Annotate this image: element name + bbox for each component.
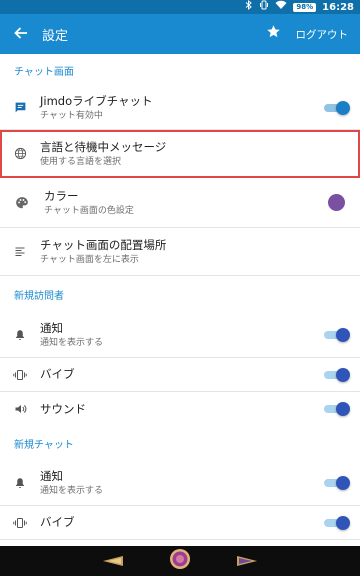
- nav-recents-icon: [236, 552, 258, 571]
- setting-title: バイブ: [40, 515, 75, 529]
- section-header-chat-screen: チャット画面: [14, 66, 74, 78]
- bell-icon: [0, 329, 40, 341]
- app-bar: 設定 ログアウト: [0, 14, 360, 54]
- vibrate-icon: [259, 0, 269, 15]
- settings-list: チャット画面 Jimdoライブチャット チャット有効中 言語と待機中メッセージ …: [0, 54, 360, 546]
- section-header-new-visitor: 新規訪問者: [14, 290, 64, 302]
- setting-subtitle: 通知を表示する: [40, 337, 104, 348]
- bell-icon: [0, 477, 40, 489]
- setting-language-messages[interactable]: 言語と待機中メッセージ 使用する言語を選択: [0, 130, 360, 178]
- setting-subtitle: チャット有効中: [40, 110, 103, 121]
- setting-visitor-vibrate[interactable]: バイブ: [0, 358, 360, 392]
- setting-title: 通知: [40, 468, 63, 483]
- vibrate-icon: [0, 517, 40, 529]
- jimdo-chat-toggle[interactable]: [322, 100, 350, 115]
- nav-back-button[interactable]: [99, 549, 127, 573]
- setting-subtitle: チャット画面の色設定: [44, 205, 134, 216]
- chat-icon: [0, 101, 40, 114]
- chat-vibrate-toggle[interactable]: [322, 515, 350, 530]
- logout-button[interactable]: ログアウト: [288, 14, 360, 54]
- setting-title: 通知: [40, 320, 63, 335]
- globe-icon: [0, 147, 40, 160]
- setting-subtitle: 使用する言語を選択: [40, 156, 122, 167]
- setting-title: チャット画面の配置場所: [40, 237, 167, 252]
- bluetooth-icon: [245, 0, 253, 15]
- setting-chat-notify[interactable]: 通知 通知を表示する: [0, 460, 360, 506]
- setting-subtitle: チャット画面を左に表示: [40, 254, 139, 265]
- setting-subtitle: 通知を表示する: [40, 485, 104, 496]
- arrow-back-icon: [14, 24, 28, 45]
- setting-visitor-notify[interactable]: 通知 通知を表示する: [0, 312, 360, 358]
- visitor-sound-toggle[interactable]: [322, 402, 350, 416]
- setting-visitor-sound[interactable]: サウンド: [0, 392, 360, 426]
- palette-icon: [0, 196, 44, 210]
- navigation-bar: [0, 546, 360, 576]
- nav-recents-button[interactable]: [233, 549, 261, 573]
- clock: 16:28: [322, 1, 354, 13]
- setting-title: バイブ: [40, 367, 75, 381]
- vibrate-icon: [0, 369, 40, 381]
- volume-icon: [0, 403, 40, 415]
- setting-color[interactable]: カラー チャット画面の色設定: [0, 178, 360, 228]
- setting-title: 言語と待機中メッセージ: [40, 139, 167, 154]
- setting-chat-placement[interactable]: チャット画面の配置場所 チャット画面を左に表示: [0, 228, 360, 276]
- nav-back-icon: [102, 552, 124, 571]
- nav-home-icon: [169, 548, 191, 574]
- setting-jimdo-live-chat[interactable]: Jimdoライブチャット チャット有効中: [0, 86, 360, 130]
- wifi-icon: [275, 0, 287, 15]
- visitor-notify-toggle[interactable]: [322, 327, 350, 342]
- section-header-new-chat: 新規チャット: [14, 439, 74, 451]
- page-title: 設定: [42, 28, 69, 44]
- nav-home-button[interactable]: [166, 549, 194, 573]
- setting-title: カラー: [44, 188, 79, 203]
- setting-title: サウンド: [40, 401, 86, 416]
- chat-notify-toggle[interactable]: [322, 475, 350, 490]
- align-left-icon: [0, 246, 40, 258]
- back-button[interactable]: [0, 14, 42, 54]
- favorite-button[interactable]: [260, 14, 288, 54]
- color-swatch[interactable]: [327, 194, 345, 211]
- visitor-vibrate-toggle[interactable]: [322, 367, 350, 382]
- status-bar: 98% 16:28: [0, 0, 360, 14]
- battery-indicator: 98%: [293, 2, 317, 12]
- setting-chat-vibrate[interactable]: バイブ: [0, 506, 360, 540]
- setting-title: Jimdoライブチャット: [40, 93, 153, 108]
- star-icon: [266, 24, 281, 44]
